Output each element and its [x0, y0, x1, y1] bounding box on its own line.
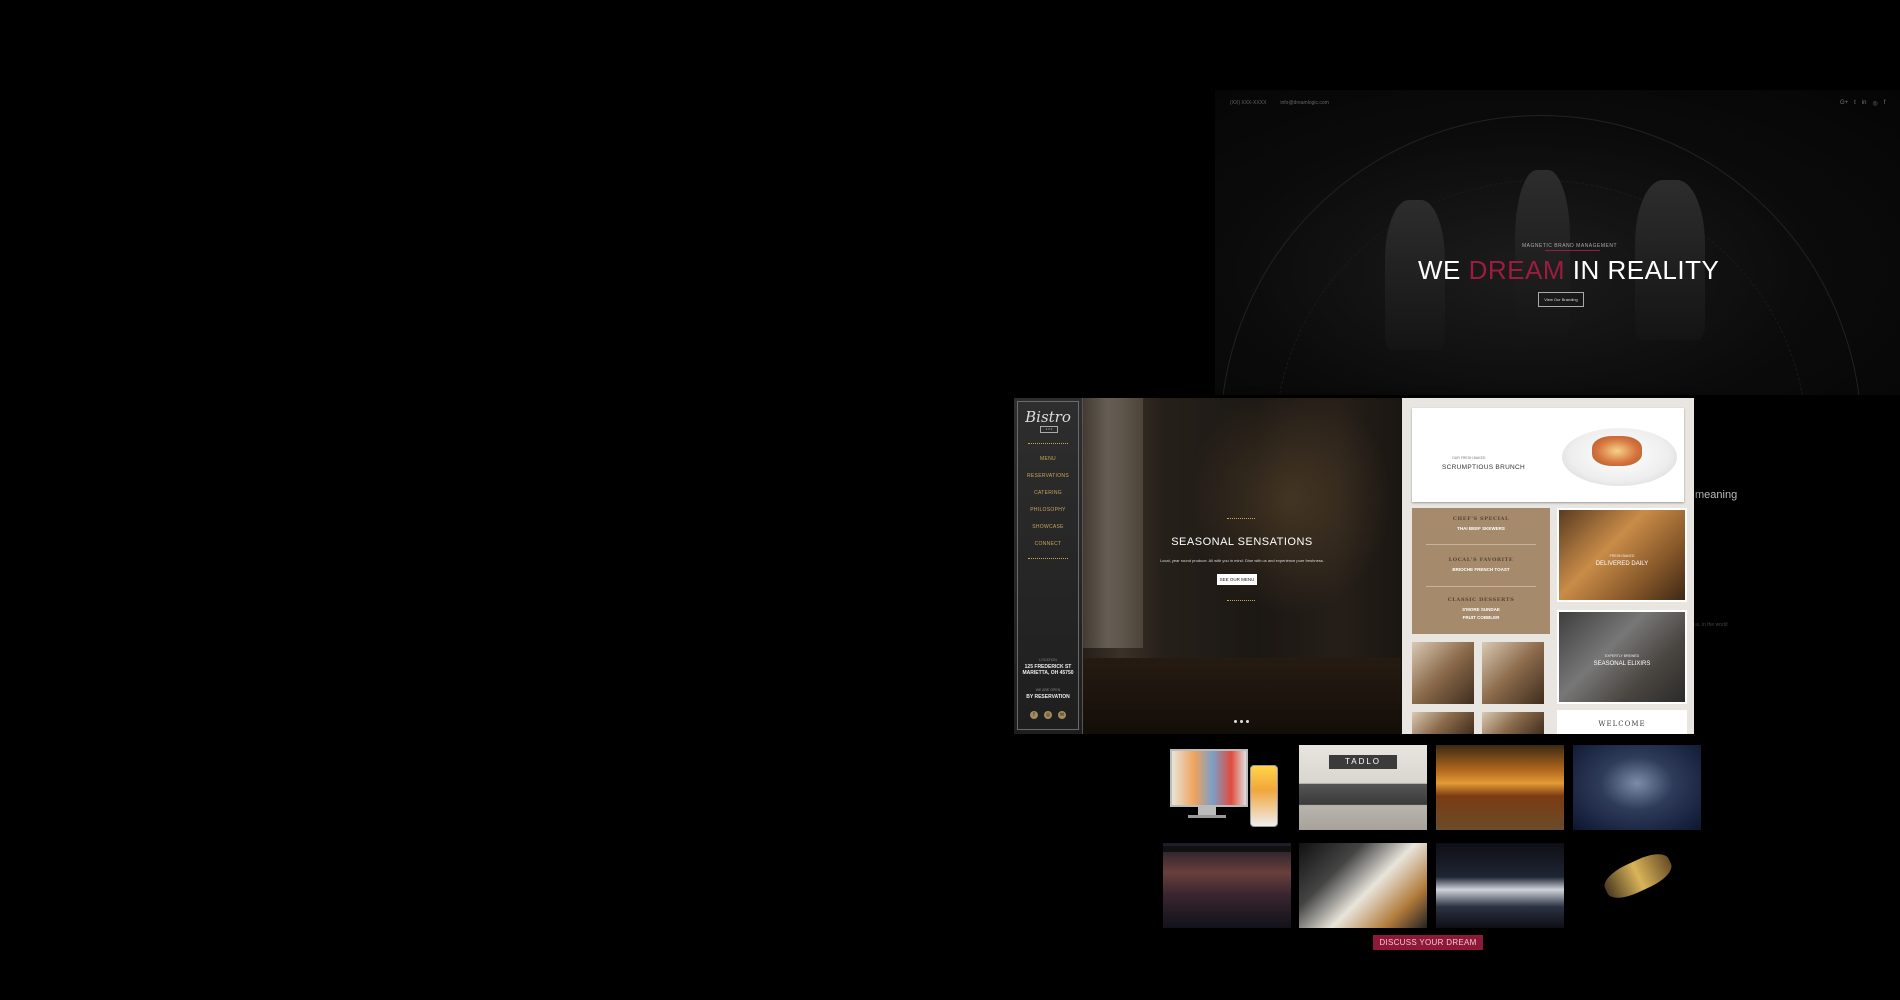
nav-menu[interactable]: MENU [1014, 456, 1082, 462]
bistro-hero-subtitle: Local, year round produce. All with you … [1160, 558, 1324, 563]
bread-kicker: FRESH BAKED [1609, 554, 1635, 558]
bistro-logo[interactable]: Bistro [1014, 408, 1082, 426]
bistro-hero-title: SEASONAL SENSATIONS [1171, 536, 1313, 548]
see-menu-button[interactable]: SEE OUR MENU [1217, 574, 1257, 585]
food-image [1592, 436, 1642, 466]
bistro-hero-photo: SEASONAL SENSATIONS Local, year round pr… [1083, 398, 1401, 734]
special-heading: LOCAL'S FAVORITE [1448, 557, 1514, 563]
location-label: LOCATION [1039, 658, 1057, 662]
divider [1426, 544, 1536, 545]
gallery-thumb[interactable] [1482, 712, 1544, 734]
portfolio-tile-autumn[interactable] [1436, 745, 1564, 830]
special-item: S'MORE SUNDAE [1462, 607, 1500, 612]
slider-dot[interactable] [1246, 720, 1249, 723]
brunch-title: SCRUMPTIOUS BRUNCH [1442, 464, 1526, 471]
monitor-base [1188, 815, 1226, 818]
contact-bar: (XX) XXX-XXXX info@dreamlogic.com [1230, 100, 1329, 106]
nav-showcase[interactable]: SHOWCASE [1014, 524, 1082, 530]
hero-headline: WE DREAM IN REALITY [1418, 255, 1719, 286]
portfolio-tile-night[interactable] [1573, 745, 1701, 830]
divider [1426, 586, 1536, 587]
facebook-icon[interactable]: f [1030, 711, 1038, 719]
monitor-stand [1198, 805, 1216, 815]
bistro-website-preview[interactable]: Bistro 1 2 3 MENU RESERVATIONS CATERING … [1014, 398, 1694, 734]
slider-dot[interactable] [1240, 720, 1243, 723]
gallery-thumb[interactable] [1482, 642, 1544, 704]
gallery-thumb[interactable] [1412, 712, 1474, 734]
nav-philosophy[interactable]: PHILOSOPHY [1014, 507, 1082, 513]
site-navbar [1163, 846, 1291, 852]
nav-reservations[interactable]: RESERVATIONS [1014, 473, 1082, 479]
faded-text: ious, in the world [1690, 622, 1728, 628]
special-item: FRUIT COBBLER [1462, 615, 1500, 620]
bread-title: DELIVERED DAILY [1595, 561, 1649, 567]
portfolio-tile-website[interactable] [1163, 843, 1291, 928]
sidebar-frame [1017, 401, 1079, 730]
headline-post: IN REALITY [1565, 255, 1720, 285]
hours-text: BY RESERVATION [1026, 694, 1070, 700]
portfolio-tile-devices[interactable] [1166, 745, 1294, 830]
side-text-meaning: meaning [1695, 489, 1738, 501]
store-sign: TADLO [1329, 755, 1397, 769]
instagram-icon[interactable]: ◎ [1873, 100, 1878, 107]
tagline-underline [1545, 250, 1600, 251]
slider-dot[interactable] [1234, 720, 1237, 723]
portfolio-tile-storefront[interactable]: TADLO [1299, 745, 1427, 830]
bistro-menu-panel: OUR FRESH BAKED SCRUMPTIOUS BRUNCH CHEF'… [1402, 398, 1694, 734]
social-links: G+ t in ◎ f [1840, 100, 1885, 107]
dancer-figure [1599, 847, 1677, 905]
elixir-kicker: EXPERTLY BREWED [1604, 654, 1640, 658]
hero-tagline: MAGNETIC BRAND MANAGEMENT [1522, 243, 1618, 249]
welcome-heading: WELCOME [1557, 710, 1687, 734]
elixir-title: SEASONAL ELIXIRS [1593, 661, 1651, 667]
discuss-dream-button[interactable]: DISCUSS YOUR DREAM [1373, 935, 1483, 950]
facebook-icon[interactable]: f [1884, 100, 1886, 107]
monitor-screen [1170, 749, 1248, 807]
bistro-logo-sub: 1 2 3 [1040, 426, 1058, 433]
specials-board: CHEF'S SPECIAL THAI BEEF SKEWERS LOCAL'S… [1412, 508, 1550, 634]
divider [1028, 558, 1068, 559]
portfolio-tile-print[interactable] [1299, 843, 1427, 928]
portfolio-tile-dancer[interactable] [1573, 843, 1701, 928]
brunch-kicker: OUR FRESH BAKED [1452, 456, 1486, 460]
instagram-icon[interactable]: ◎ [1044, 711, 1052, 719]
google-plus-icon[interactable]: G+ [1840, 100, 1848, 107]
special-item: BRIOCHE FRENCH TOAST [1452, 567, 1510, 572]
ornament [1227, 600, 1255, 601]
special-heading: CLASSIC DESSERTS [1447, 597, 1515, 603]
mail-icon[interactable]: ✉ [1058, 711, 1066, 719]
photo-overlay [1083, 398, 1401, 734]
phone-text[interactable]: (XX) XXX-XXXX [1230, 100, 1266, 106]
brunch-card[interactable]: OUR FRESH BAKED SCRUMPTIOUS BRUNCH [1412, 408, 1684, 502]
hours-label: WE ARE OPEN [1035, 688, 1061, 692]
ornament [1227, 518, 1255, 519]
headline-accent: DREAM [1468, 255, 1566, 285]
email-text[interactable]: info@dreamlogic.com [1280, 100, 1328, 106]
twitter-icon[interactable]: t [1854, 100, 1856, 107]
special-heading: CHEF'S SPECIAL [1452, 516, 1510, 522]
linkedin-icon[interactable]: in [1862, 100, 1867, 107]
nav-catering[interactable]: CATERING [1014, 490, 1082, 496]
phone-mockup [1250, 765, 1278, 827]
divider [1028, 443, 1068, 444]
headline-pre: WE [1418, 255, 1469, 285]
nav-connect[interactable]: CONNECT [1014, 541, 1082, 547]
bread-card[interactable]: FRESH BAKED DELIVERED DAILY [1557, 508, 1687, 602]
bistro-sidebar: Bistro 1 2 3 MENU RESERVATIONS CATERING … [1014, 398, 1083, 734]
elixir-card[interactable]: EXPERTLY BREWED SEASONAL ELIXIRS [1557, 610, 1687, 704]
portfolio-tile-stage[interactable] [1436, 843, 1564, 928]
view-branding-button[interactable]: View Our Branding [1538, 292, 1584, 307]
address-line2: MARIETTA, OH 45750 [1022, 670, 1074, 676]
special-item: THAI BEEF SKEWERS [1457, 526, 1505, 531]
gallery-thumb[interactable] [1412, 642, 1474, 704]
